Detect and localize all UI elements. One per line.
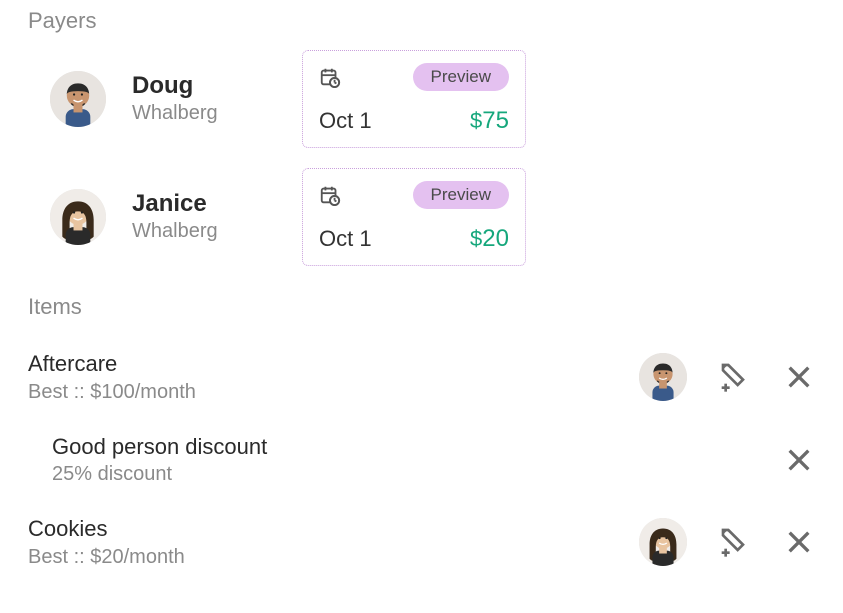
first-name: Doug [132,72,302,101]
person-info: Doug Whalberg [132,72,302,127]
item-subtitle: Best :: $100/month [28,379,639,405]
last-name: Whalberg [132,100,302,126]
item-row: Good person discount 25% discount [28,419,815,502]
assignee-avatar[interactable] [639,353,687,401]
item-row: Aftercare Best :: $100/month [28,336,815,419]
preview-button[interactable]: Preview [413,181,509,209]
close-icon[interactable] [783,444,815,476]
preview-card: Preview Oct 1 $20 [302,168,526,266]
preview-amount: $75 [470,107,509,135]
avatar[interactable] [50,189,106,245]
item-info: Good person discount 25% discount [28,433,783,488]
add-tag-icon[interactable] [719,361,751,393]
item-subtitle: 25% discount [52,461,783,487]
preview-date: Oct 1 [319,108,372,134]
item-info: Cookies Best :: $20/month [28,515,639,570]
add-tag-icon[interactable] [719,526,751,558]
item-row: Cookies Best :: $20/month [28,501,815,584]
close-icon[interactable] [783,361,815,393]
person-info: Janice Whalberg [132,190,302,245]
assignee-avatar[interactable] [639,518,687,566]
item-subtitle: Best :: $20/month [28,544,639,570]
first-name: Janice [132,190,302,219]
item-title: Aftercare [28,350,639,379]
avatar[interactable] [50,71,106,127]
preview-date: Oct 1 [319,226,372,252]
payer-row: Janice Whalberg Preview Oct 1 $20 [28,168,815,266]
payers-header: Payers [28,8,815,34]
calendar-clock-icon [319,184,341,206]
payer-row: Doug Whalberg Preview Oct 1 $75 [28,50,815,148]
item-info: Aftercare Best :: $100/month [28,350,639,405]
calendar-clock-icon [319,66,341,88]
preview-button[interactable]: Preview [413,63,509,91]
preview-amount: $20 [470,225,509,253]
close-icon[interactable] [783,526,815,558]
item-title: Good person discount [52,433,783,462]
items-header: Items [28,294,815,320]
item-title: Cookies [28,515,639,544]
last-name: Whalberg [132,218,302,244]
preview-card: Preview Oct 1 $75 [302,50,526,148]
